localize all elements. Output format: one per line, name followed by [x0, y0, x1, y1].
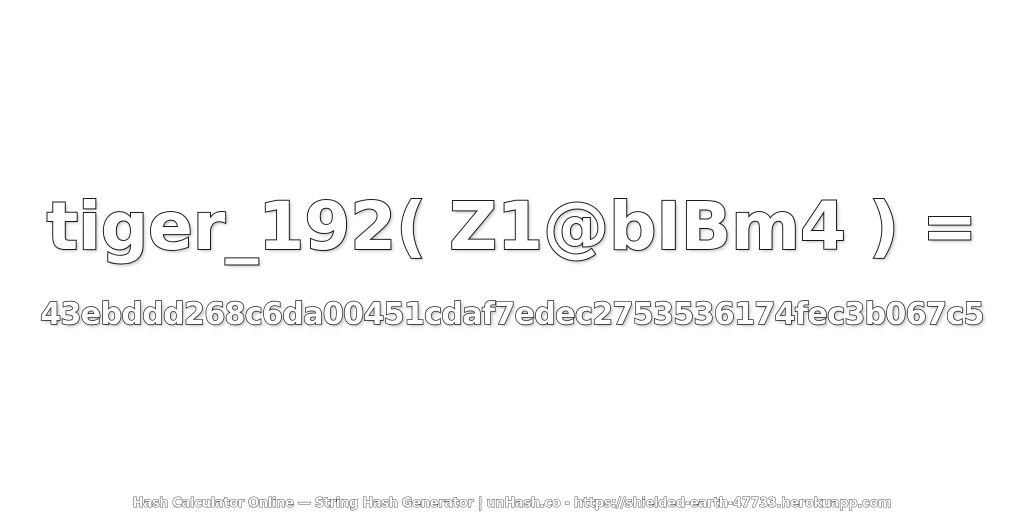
hash-result: 43ebddd268c6da00451cdaf7edec2753536174fe… — [40, 296, 986, 332]
footer-credit: Hash Calculator Online — String Hash Gen… — [132, 496, 892, 512]
hash-expression-title: tiger_192( Z1@bIBm4 ) = — [46, 187, 979, 266]
